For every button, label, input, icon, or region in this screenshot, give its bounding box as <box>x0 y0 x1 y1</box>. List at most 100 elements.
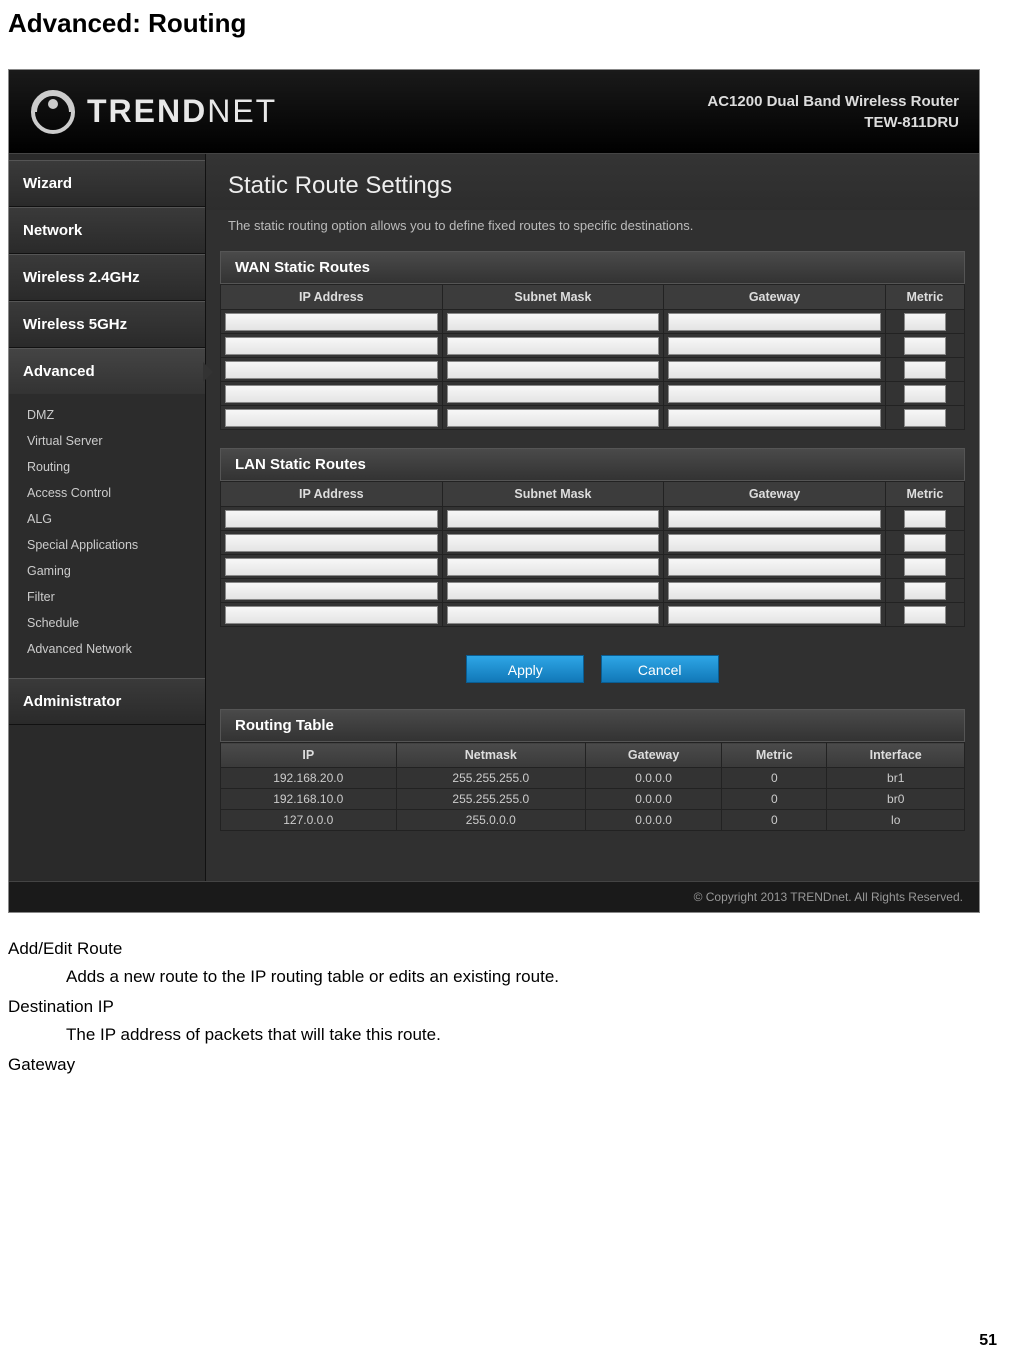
table-row <box>221 603 965 627</box>
wan-table-metric-input-0[interactable] <box>904 313 946 331</box>
nav-sub-virtual-server[interactable]: Virtual Server <box>9 428 205 454</box>
wan-table-ip-input-2[interactable] <box>225 361 438 379</box>
lan-table-mask-input-2[interactable] <box>447 558 660 576</box>
lan-table-mask-input-0[interactable] <box>447 510 660 528</box>
rt-col-metric: Metric <box>722 743 827 768</box>
nav-sub-special-applications[interactable]: Special Applications <box>9 532 205 558</box>
panel-title: Static Route Settings <box>206 154 979 210</box>
lan-static-routes-table: IP AddressSubnet MaskGatewayMetric <box>220 481 965 627</box>
column-header-gw: Gateway <box>664 285 886 310</box>
rt-cell-gateway: 0.0.0.0 <box>586 810 722 831</box>
column-header-mask: Subnet Mask <box>442 482 664 507</box>
lan-table-gw-input-2[interactable] <box>668 558 881 576</box>
lan-table-gw-input-0[interactable] <box>668 510 881 528</box>
product-title: AC1200 Dual Band Wireless Router TEW-811… <box>707 91 959 133</box>
column-header-ip: IP Address <box>221 482 443 507</box>
rt-cell-ip: 192.168.20.0 <box>221 768 397 789</box>
table-row <box>221 555 965 579</box>
nav-sub-advanced-network[interactable]: Advanced Network <box>9 636 205 662</box>
rt-cell-gateway: 0.0.0.0 <box>586 768 722 789</box>
wan-table-gw-input-2[interactable] <box>668 361 881 379</box>
nav-sub-access-control[interactable]: Access Control <box>9 480 205 506</box>
lan-table-ip-input-3[interactable] <box>225 582 438 600</box>
routing-table-row: 192.168.20.0255.255.255.00.0.0.00br1 <box>221 768 965 789</box>
wan-table-metric-input-4[interactable] <box>904 409 946 427</box>
wan-table-mask-input-0[interactable] <box>447 313 660 331</box>
wan-table-ip-input-4[interactable] <box>225 409 438 427</box>
lan-table-gw-input-1[interactable] <box>668 534 881 552</box>
wan-table-mask-input-4[interactable] <box>447 409 660 427</box>
lan-table-gw-input-3[interactable] <box>668 582 881 600</box>
table-row <box>221 531 965 555</box>
nav-item-wizard[interactable]: Wizard <box>9 160 205 207</box>
wan-table-mask-input-2[interactable] <box>447 361 660 379</box>
column-header-gw: Gateway <box>664 482 886 507</box>
wan-table-ip-input-3[interactable] <box>225 385 438 403</box>
nav-sub-routing[interactable]: Routing <box>9 454 205 480</box>
lan-table-mask-input-4[interactable] <box>447 606 660 624</box>
nav-item-administrator[interactable]: Administrator <box>9 678 205 725</box>
column-header-mask: Subnet Mask <box>442 285 664 310</box>
nav-sub-list: DMZVirtual ServerRoutingAccess ControlAL… <box>9 394 205 678</box>
rt-cell-gateway: 0.0.0.0 <box>586 789 722 810</box>
wan-table-gw-input-1[interactable] <box>668 337 881 355</box>
rt-cell-ip: 192.168.10.0 <box>221 789 397 810</box>
page-number: 51 <box>979 1332 997 1350</box>
rt-cell-netmask: 255.255.255.0 <box>396 768 586 789</box>
rt-cell-iface: br1 <box>827 768 965 789</box>
lan-table-metric-input-1[interactable] <box>904 534 946 552</box>
wan-table-metric-input-3[interactable] <box>904 385 946 403</box>
nav-sub-schedule[interactable]: Schedule <box>9 610 205 636</box>
nav-sub-dmz[interactable]: DMZ <box>9 402 205 428</box>
nav-sub-alg[interactable]: ALG <box>9 506 205 532</box>
wan-table-gw-input-3[interactable] <box>668 385 881 403</box>
footer-copyright: © Copyright 2013 TRENDnet. All Rights Re… <box>9 881 979 912</box>
rt-cell-iface: lo <box>827 810 965 831</box>
lan-table-mask-input-1[interactable] <box>447 534 660 552</box>
lan-table-ip-input-4[interactable] <box>225 606 438 624</box>
nav-item-network[interactable]: Network <box>9 207 205 254</box>
nav-sub-gaming[interactable]: Gaming <box>9 558 205 584</box>
lan-table-metric-input-3[interactable] <box>904 582 946 600</box>
column-header-metric: Metric <box>885 285 964 310</box>
brand-logo: TRENDNET <box>29 88 277 136</box>
lan-table-ip-input-0[interactable] <box>225 510 438 528</box>
lan-table-metric-input-4[interactable] <box>904 606 946 624</box>
wan-table-gw-input-4[interactable] <box>668 409 881 427</box>
rt-cell-netmask: 255.255.255.0 <box>396 789 586 810</box>
lan-table-gw-input-4[interactable] <box>668 606 881 624</box>
lan-table-ip-input-2[interactable] <box>225 558 438 576</box>
cancel-button[interactable]: Cancel <box>601 655 719 683</box>
wan-table-mask-input-1[interactable] <box>447 337 660 355</box>
table-row <box>221 382 965 406</box>
brand-globe-icon <box>29 88 77 136</box>
wan-static-routes-header: WAN Static Routes <box>220 251 965 284</box>
button-row: Apply Cancel <box>206 645 979 709</box>
lan-table-metric-input-0[interactable] <box>904 510 946 528</box>
definition-term: Gateway <box>8 1051 1003 1079</box>
nav-item-advanced[interactable]: Advanced <box>9 348 205 394</box>
nav-item-wireless-2-4ghz[interactable]: Wireless 2.4GHz <box>9 254 205 301</box>
header: TRENDNET AC1200 Dual Band Wireless Route… <box>9 70 979 154</box>
nav-sub-filter[interactable]: Filter <box>9 584 205 610</box>
table-row <box>221 507 965 531</box>
routing-table-row: 127.0.0.0255.0.0.00.0.0.00lo <box>221 810 965 831</box>
nav-item-wireless-5ghz[interactable]: Wireless 5GHz <box>9 301 205 348</box>
wan-table-metric-input-2[interactable] <box>904 361 946 379</box>
table-row <box>221 334 965 358</box>
wan-table-gw-input-0[interactable] <box>668 313 881 331</box>
panel-description: The static routing option allows you to … <box>206 210 979 251</box>
wan-table-ip-input-1[interactable] <box>225 337 438 355</box>
lan-table-mask-input-3[interactable] <box>447 582 660 600</box>
wan-table-ip-input-0[interactable] <box>225 313 438 331</box>
router-admin-screenshot: TRENDNET AC1200 Dual Band Wireless Route… <box>8 69 980 913</box>
wan-table-mask-input-3[interactable] <box>447 385 660 403</box>
lan-table-ip-input-1[interactable] <box>225 534 438 552</box>
sidebar: WizardNetworkWireless 2.4GHzWireless 5GH… <box>9 154 205 881</box>
routing-table: IPNetmaskGatewayMetricInterface192.168.2… <box>220 742 965 831</box>
product-line-2: TEW-811DRU <box>707 112 959 133</box>
wan-table-metric-input-1[interactable] <box>904 337 946 355</box>
lan-table-metric-input-2[interactable] <box>904 558 946 576</box>
column-header-metric: Metric <box>885 482 964 507</box>
apply-button[interactable]: Apply <box>466 655 584 683</box>
